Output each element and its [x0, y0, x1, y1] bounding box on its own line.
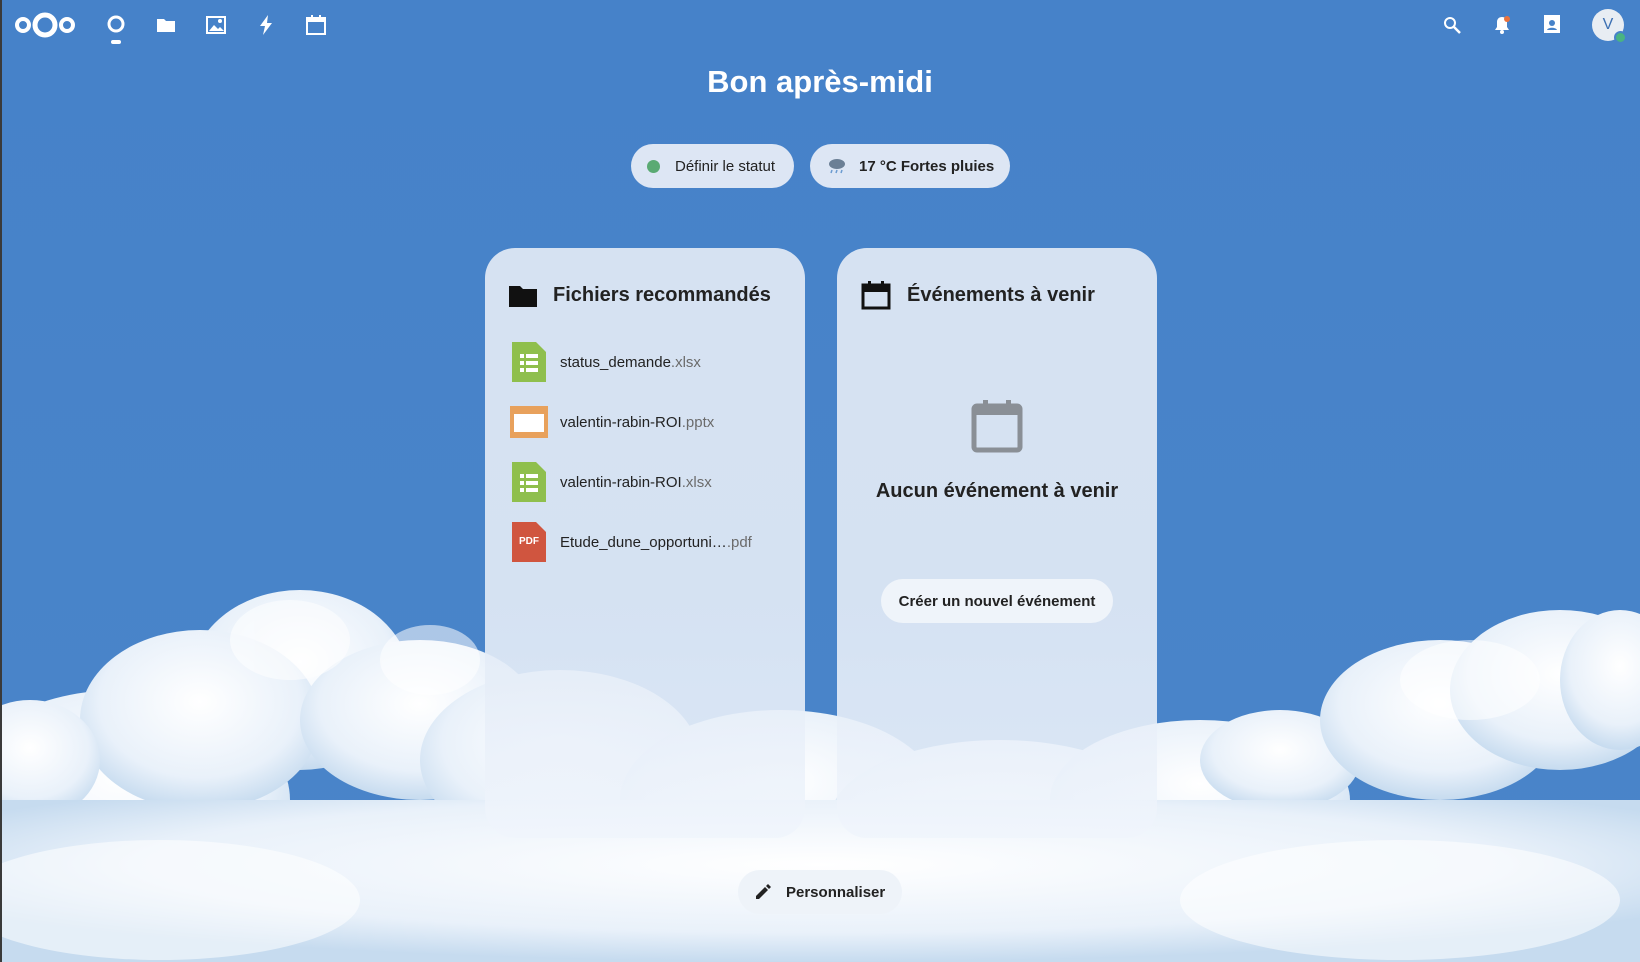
calendar-icon[interactable]	[303, 12, 329, 38]
spreadsheet-icon	[510, 342, 548, 382]
page-title: Bon après-midi	[707, 64, 933, 99]
bell-icon[interactable]	[1489, 12, 1515, 38]
weather-label: 17 °C Fortes pluies	[859, 157, 995, 175]
avatar-initial: V	[1602, 16, 1614, 33]
file-extension: .xlsx	[670, 353, 701, 371]
file-item[interactable]: status_demande .xlsx	[510, 340, 785, 384]
folder-icon[interactable]	[153, 12, 179, 38]
file-item[interactable]: valentin-rabin-ROI .xlsx	[510, 460, 785, 504]
recommended-files-header: Fichiers recommandés	[509, 280, 789, 310]
top-bar: V	[0, 0, 1640, 50]
file-item[interactable]: valentin-rabin-ROI .pptx	[510, 400, 785, 444]
folder-icon	[509, 286, 537, 307]
status-dot-icon	[647, 159, 660, 173]
file-extension: .xlsx	[681, 473, 712, 491]
set-status-button[interactable]: Définir le statut	[631, 144, 794, 188]
pencil-icon	[756, 884, 771, 899]
calendar-icon	[861, 281, 891, 310]
avatar[interactable]: V	[1592, 9, 1627, 44]
create-event-button[interactable]: Créer un nouvel événement	[881, 579, 1113, 623]
set-status-label: Définir le statut	[675, 157, 776, 175]
nextcloud-logo-icon[interactable]	[14, 10, 76, 40]
contacts-icon[interactable]	[1539, 12, 1565, 38]
upcoming-events-header: Événements à venir	[861, 280, 1141, 310]
file-name: valentin-rabin-ROI	[560, 473, 682, 491]
dashboard-icon[interactable]	[103, 12, 129, 44]
search-icon[interactable]	[1439, 12, 1465, 38]
weather-button[interactable]: 17 °C Fortes pluies	[810, 144, 1010, 188]
pdf-icon: PDF	[510, 522, 548, 562]
file-extension: .pptx	[681, 413, 715, 431]
customize-label: Personnaliser	[786, 883, 886, 901]
lightning-icon[interactable]	[253, 12, 279, 38]
spreadsheet-icon	[510, 462, 548, 502]
file-name: valentin-rabin-ROI	[560, 413, 682, 431]
file-extension: .pdf	[726, 533, 752, 551]
presentation-icon	[510, 402, 548, 442]
empty-calendar-icon	[837, 398, 1157, 454]
image-icon[interactable]	[203, 12, 229, 38]
file-name: Etude_dune_opportuni…	[560, 533, 727, 551]
rain-cloud-icon	[829, 159, 845, 174]
widget-title: Fichiers recommandés	[553, 283, 771, 306]
online-status-dot	[1614, 31, 1627, 44]
upcoming-events-widget: Événements à venir Aucun événement à ven…	[837, 248, 1157, 838]
customize-button[interactable]: Personnaliser	[738, 870, 902, 914]
recommended-files-widget: Fichiers recommandés status_demande .xlsx…	[485, 248, 805, 838]
pdf-badge: PDF	[519, 536, 539, 547]
background-sky	[0, 0, 1640, 962]
widget-title: Événements à venir	[907, 283, 1095, 306]
file-item[interactable]: PDF Etude_dune_opportuni… .pdf	[510, 520, 785, 564]
file-name: status_demande	[560, 353, 671, 371]
empty-state-message: Aucun événement à venir	[875, 480, 1119, 502]
